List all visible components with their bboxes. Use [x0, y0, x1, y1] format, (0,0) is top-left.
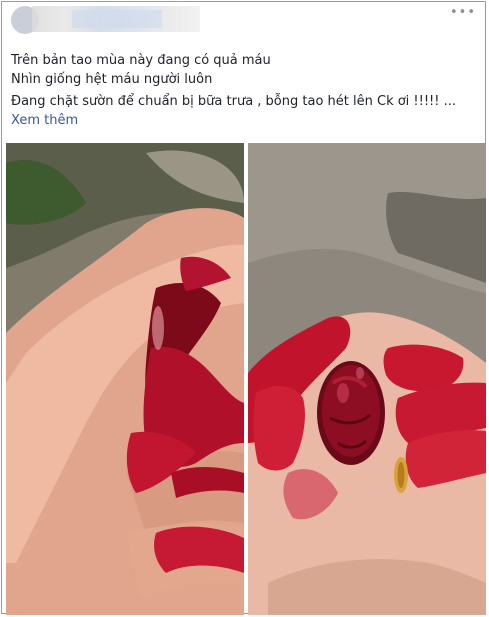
post-card: ••• Trên bản tao mùa này đang có quả máu…: [1, 1, 486, 615]
post-header: •••: [2, 2, 485, 40]
hand-squeeze-image: [6, 143, 244, 615]
post-line-2: Nhìn giống hệt máu người luôn: [11, 72, 213, 87]
post-photo-right[interactable]: [248, 143, 486, 615]
see-more-link[interactable]: Xem thêm: [11, 113, 78, 128]
post-photo-left[interactable]: [6, 143, 244, 615]
post-text: Trên bản tao mùa này đang có quả máu Nhì…: [11, 51, 481, 130]
blood-fruit-image: [248, 143, 486, 615]
author-name-blurred[interactable]: [32, 6, 200, 32]
more-options-icon[interactable]: •••: [450, 6, 476, 19]
post-line-3: Đang chặt sườn để chuẩn bị bữa trưa , bỗ…: [11, 94, 457, 109]
post-line-1: Trên bản tao mùa này đang có quả máu: [11, 53, 271, 68]
